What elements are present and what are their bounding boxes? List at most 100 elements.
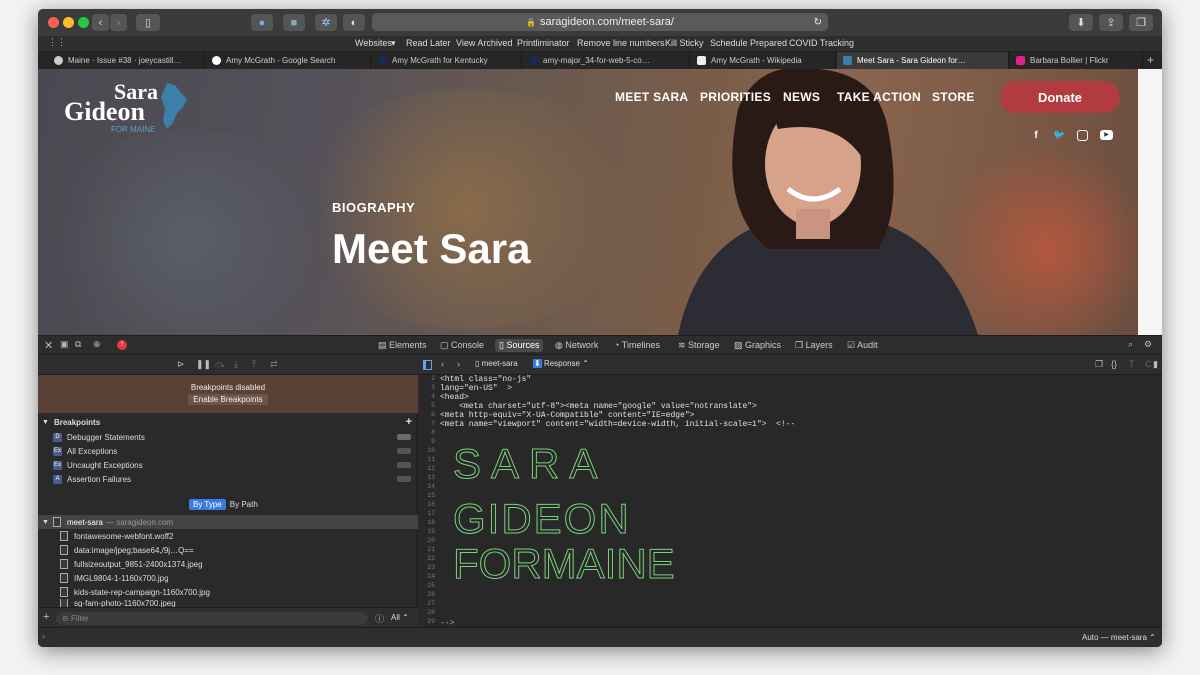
- resource-file-row[interactable]: kids-state-rep-campaign-1160x700.jpg: [38, 585, 418, 599]
- line-number[interactable]: 18: [419, 519, 435, 526]
- minimize-window-button[interactable]: [63, 17, 74, 28]
- details-sidebar-icon[interactable]: ▮: [1153, 359, 1158, 370]
- tab-amy-major[interactable]: amy-major_34-for-web-5-co…: [523, 52, 690, 69]
- password-extension-button[interactable]: ●: [251, 14, 273, 31]
- tab-layers[interactable]: ❐ Layers: [795, 340, 833, 351]
- tab-console[interactable]: ▢ Console: [440, 340, 484, 351]
- line-number[interactable]: 11: [419, 456, 435, 463]
- nav-take-action[interactable]: TAKE ACTION: [837, 90, 921, 104]
- line-number[interactable]: 13: [419, 474, 435, 481]
- error-badge-icon[interactable]: !: [117, 340, 127, 350]
- editor-file-tab[interactable]: ▯ meet-sara: [475, 359, 518, 368]
- line-number[interactable]: 12: [419, 465, 435, 472]
- tab-network[interactable]: ◍ Network: [555, 340, 598, 351]
- breakpoint-toggle[interactable]: [397, 448, 411, 454]
- tab-audit[interactable]: ☑ Audit: [847, 340, 878, 351]
- instagram-icon[interactable]: [1077, 130, 1088, 141]
- share-button[interactable]: ⇪: [1099, 14, 1123, 31]
- by-path-button[interactable]: By Path: [226, 499, 262, 510]
- reload-icon[interactable]: ↻: [814, 17, 822, 28]
- execution-context-select[interactable]: Auto — meet-sara ⌃: [1082, 633, 1156, 642]
- pretty-print-icon[interactable]: {}: [1111, 359, 1117, 369]
- donate-button[interactable]: Donate: [1000, 81, 1120, 113]
- address-bar[interactable]: 🔒 saragideon.com/meet-sara/ ↻: [372, 13, 828, 31]
- line-number[interactable]: 25: [419, 582, 435, 589]
- inspect-icon[interactable]: ⊕: [93, 339, 101, 350]
- by-type-button[interactable]: By Type: [189, 499, 226, 510]
- prompt-chevron-icon[interactable]: ›: [42, 631, 45, 641]
- tab-storage[interactable]: ≋ Storage: [678, 340, 720, 351]
- step-out-icon[interactable]: ⤒: [252, 359, 256, 370]
- tab-overview-button[interactable]: ❐: [1129, 14, 1153, 31]
- step-icon[interactable]: ⇄: [270, 359, 278, 370]
- line-number[interactable]: 23: [419, 564, 435, 571]
- add-icon[interactable]: +: [43, 611, 49, 623]
- sidebar-toggle-button[interactable]: ▯: [136, 14, 160, 31]
- code-view[interactable]: 2 3 4 5 6 7 8 9 10 11 12 13 14 15 16 17 18 19 20 21 22 23 24 25…: [419, 375, 1162, 634]
- line-number[interactable]: 28: [419, 609, 435, 616]
- forward-button[interactable]: ›: [110, 14, 127, 31]
- line-number[interactable]: 29: [419, 618, 435, 625]
- breakpoint-row[interactable]: D Debugger Statements: [38, 430, 418, 444]
- privacy-button[interactable]: ◐: [343, 14, 365, 31]
- pause-icon[interactable]: ❚❚: [196, 359, 211, 370]
- bookmark-kill-sticky[interactable]: Kill Sticky: [665, 38, 704, 48]
- tab-graphics[interactable]: ▨ Graphics: [734, 340, 781, 351]
- breakpoints-section-header[interactable]: ▼ Breakpoints +: [38, 415, 418, 429]
- nav-news[interactable]: NEWS: [783, 90, 820, 104]
- debug-extension-button[interactable]: ✲: [315, 14, 337, 31]
- zoom-window-button[interactable]: [78, 17, 89, 28]
- line-number[interactable]: 15: [419, 492, 435, 499]
- bookmark-read-later[interactable]: Read Later: [406, 38, 451, 48]
- line-number[interactable]: 2: [419, 375, 435, 382]
- youtube-icon[interactable]: ▶: [1100, 130, 1113, 140]
- bookmark-view-archived[interactable]: View Archived: [456, 38, 512, 48]
- resource-file-row[interactable]: fontawesome-webfont.woff2: [38, 529, 418, 543]
- line-number[interactable]: 20: [419, 537, 435, 544]
- filter-scope-select[interactable]: All ⌃: [391, 613, 409, 622]
- close-window-button[interactable]: [48, 17, 59, 28]
- gear-icon[interactable]: ⚙: [1144, 339, 1152, 350]
- coverage-icon[interactable]: C: [1145, 359, 1152, 369]
- breakpoint-toggle[interactable]: [397, 462, 411, 468]
- resource-file-row[interactable]: IMGL9804-1-1160x700.jpg: [38, 571, 418, 585]
- bookmark-covid-tracking[interactable]: COVID Tracking: [789, 38, 854, 48]
- navigator-toggle-icon[interactable]: [423, 360, 432, 370]
- line-number[interactable]: 27: [419, 600, 435, 607]
- tab-amy-kentucky[interactable]: Amy McGrath for Kentucky: [372, 52, 522, 69]
- tab-google-search[interactable]: Amy McGrath - Google Search: [206, 52, 371, 69]
- info-icon[interactable]: ⓘ: [375, 612, 384, 625]
- resource-file-row[interactable]: sg-fam-photo-1160x700.jpeg: [38, 599, 418, 607]
- twitter-icon[interactable]: 🐦: [1053, 130, 1065, 142]
- breakpoint-row[interactable]: Ex Uncaught Exceptions: [38, 458, 418, 472]
- tab-flickr[interactable]: Barbara Bollier | Flickr: [1010, 52, 1143, 69]
- line-number[interactable]: 14: [419, 483, 435, 490]
- nav-meet-sara[interactable]: MEET SARA: [615, 90, 688, 104]
- resource-file-row[interactable]: fullsizeoutput_9851-2400x1374.jpeg: [38, 557, 418, 571]
- tab-elements[interactable]: ▤ Elements: [378, 340, 427, 351]
- bookmark-websites[interactable]: Websites: [355, 38, 392, 48]
- line-number[interactable]: 7: [419, 420, 435, 427]
- undock-icon[interactable]: ⧉: [75, 339, 81, 350]
- forward-icon[interactable]: ›: [457, 359, 460, 369]
- nav-store[interactable]: STORE: [932, 90, 975, 104]
- close-icon[interactable]: ✕: [44, 339, 53, 352]
- grid-icon[interactable]: ⋮⋮: [48, 37, 66, 48]
- breakpoint-row[interactable]: Ex All Exceptions: [38, 444, 418, 458]
- resource-root-row[interactable]: ▼ meet-sara — saragideon.com: [38, 515, 418, 529]
- downloads-button[interactable]: ⬇: [1069, 14, 1093, 31]
- tab-maine-issue[interactable]: Maine · Issue #38 · joeycastill…: [48, 52, 205, 69]
- bookmark-extension-button[interactable]: ■: [283, 14, 305, 31]
- dock-icon[interactable]: ▣: [60, 339, 69, 350]
- line-number[interactable]: 3: [419, 384, 435, 391]
- line-number[interactable]: 26: [419, 591, 435, 598]
- line-number[interactable]: 24: [419, 573, 435, 580]
- filter-input[interactable]: ⊝ Filter: [56, 612, 368, 625]
- resource-file-row[interactable]: data:image/jpeg;base64,/9j…Q==: [38, 543, 418, 557]
- breakpoint-toggle[interactable]: [397, 434, 411, 440]
- bookmark-remove-line-numbers[interactable]: Remove line numbers: [577, 38, 665, 48]
- response-select[interactable]: ⬇ Response ⌃: [533, 359, 589, 368]
- line-number[interactable]: 8: [419, 429, 435, 436]
- line-number[interactable]: 21: [419, 546, 435, 553]
- step-over-icon[interactable]: ⤼: [215, 359, 225, 370]
